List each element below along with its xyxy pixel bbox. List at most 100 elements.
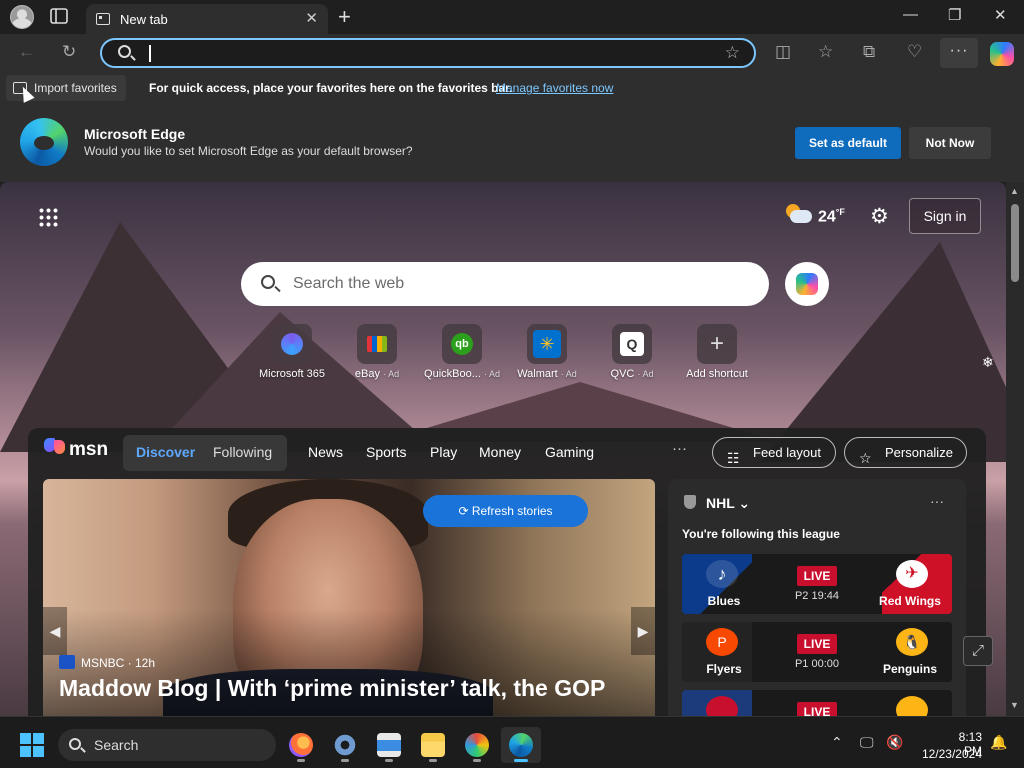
windows-taskbar: Search ⌃ 🖵 🔇 8:13 PM 12/23/2024 🔔 <box>0 716 1024 768</box>
favorite-star-icon[interactable]: ☆ <box>725 43 740 63</box>
away-team-name: Red Wings <box>879 594 941 608</box>
taskbar-printer[interactable] <box>369 727 409 763</box>
story-headline[interactable]: Maddow Blog | With ‘prime minister’ talk… <box>59 675 605 702</box>
refresh-icon[interactable]: ↻ <box>62 42 76 62</box>
back-icon[interactable]: ← <box>18 42 35 62</box>
page-scrollbar[interactable]: ▲ ▼ <box>1006 182 1024 716</box>
game-row[interactable]: ♪ ✈ Blues Red Wings LIVE P2 19:44 <box>682 554 952 614</box>
red-wings-logo-icon: ✈ <box>896 560 928 588</box>
web-search-input[interactable] <box>293 272 733 296</box>
nav-news[interactable]: News <box>308 444 343 460</box>
feed-more-button[interactable]: ··· <box>672 440 687 457</box>
msn-feed: msn Discover Following News Sports Play … <box>28 428 986 716</box>
edge-logo-icon <box>20 118 68 166</box>
nav-sports[interactable]: Sports <box>366 444 406 460</box>
expand-icon[interactable]: ⤢ <box>963 636 993 666</box>
page-settings-gear-icon[interactable]: ⚙ <box>870 204 889 229</box>
text-caret <box>149 45 151 62</box>
search-icon <box>261 275 275 289</box>
newtab-page-icon <box>96 13 110 25</box>
web-search-box[interactable] <box>241 262 769 306</box>
weather-cloudy-icon[interactable] <box>786 204 812 224</box>
game-row[interactable]: LIVE <box>682 690 952 716</box>
add-shortcut-button[interactable]: + Add shortcut <box>675 324 759 380</box>
close-window-button[interactable]: ✕ <box>994 6 1007 24</box>
split-screen-icon[interactable]: ◫ <box>775 42 791 62</box>
scroll-up-arrow-icon[interactable]: ▲ <box>1010 186 1019 196</box>
new-tab-page: 24°F ⚙ Sign in Microsoft 365 eBay · Ad q… <box>0 182 1006 716</box>
tab-discover[interactable]: Discover <box>136 444 195 460</box>
nhl-shield-icon <box>684 495 696 509</box>
weather-temperature[interactable]: 24°F <box>818 207 845 226</box>
sliders-icon: ☷ <box>727 450 740 466</box>
nhl-following-text: You're following this league <box>682 527 840 541</box>
taskbar-firefox[interactable] <box>281 727 321 763</box>
feed-tab-switcher: Discover Following <box>123 435 287 471</box>
quick-link-quickbooks[interactable]: qb QuickBoo... · Ad <box>420 324 504 380</box>
nhl-more-button[interactable]: ··· <box>930 493 944 509</box>
sign-in-button[interactable]: Sign in <box>909 198 981 234</box>
nhl-league-selector[interactable]: NHL ⌄ <box>706 495 750 512</box>
taskbar-edge[interactable] <box>501 727 541 763</box>
msn-logo[interactable]: msn <box>44 438 108 462</box>
live-badge: LIVE <box>797 634 837 654</box>
copilot-icon <box>796 273 818 295</box>
story-source: MSNBC · 12h <box>59 655 155 670</box>
game-clock: P1 00:00 <box>794 658 840 670</box>
game-row[interactable]: P 🐧 Flyers Penguins LIVE P1 00:00 <box>682 622 952 682</box>
set-as-default-button[interactable]: Set as default <box>795 127 901 159</box>
nav-money[interactable]: Money <box>479 444 521 460</box>
taskbar-settings[interactable] <box>325 727 365 763</box>
minimize-button[interactable]: — <box>903 6 918 23</box>
maximize-button[interactable]: ❐ <box>948 6 961 24</box>
taskbar-paint[interactable] <box>457 727 497 763</box>
refresh-stories-button[interactable]: ⟳ Refresh stories <box>423 495 588 527</box>
new-tab-button[interactable]: + <box>338 4 351 30</box>
tab-close-button[interactable]: ✕ <box>305 9 318 27</box>
taskbar-file-explorer[interactable] <box>413 727 453 763</box>
nav-play[interactable]: Play <box>430 444 457 460</box>
folder-icon <box>421 733 445 757</box>
app-launcher-icon[interactable] <box>38 207 58 227</box>
printer-icon <box>377 733 401 757</box>
show-hidden-icons-chevron-icon[interactable]: ⌃ <box>831 734 843 751</box>
paint-palette-icon <box>465 733 489 757</box>
start-button-windows-icon[interactable] <box>20 733 44 757</box>
collections-icon[interactable]: ⧉ <box>863 42 875 62</box>
tab-new-tab[interactable]: New tab ✕ <box>86 4 328 34</box>
scroll-down-arrow-icon[interactable]: ▼ <box>1010 700 1019 710</box>
manage-favorites-link[interactable]: Manage favorites now <box>496 81 613 95</box>
volume-muted-icon[interactable]: 🔇 <box>886 734 903 751</box>
penguins-logo-icon: 🐧 <box>896 628 928 656</box>
copilot-icon[interactable] <box>990 42 1014 66</box>
personalize-button[interactable]: ☆ Personalize <box>844 437 967 468</box>
qvc-icon: Q <box>620 332 644 356</box>
feed-layout-button[interactable]: ☷ Feed layout <box>712 437 836 468</box>
scrollbar-thumb[interactable] <box>1011 204 1019 282</box>
browser-toolbar: ← ↻ ☆ ◫ ☆ ⧉ ♡ ··· <box>0 34 1024 72</box>
carousel-next-button[interactable]: ▶ <box>631 607 655 655</box>
not-now-button[interactable]: Not Now <box>909 127 991 159</box>
quick-link-walmart[interactable]: ✳ Walmart · Ad <box>505 324 589 380</box>
quick-link-microsoft-365[interactable]: Microsoft 365 <box>250 324 334 380</box>
msn-butterfly-icon <box>44 438 66 460</box>
quick-link-ebay[interactable]: eBay · Ad <box>335 324 419 380</box>
tab-following[interactable]: Following <box>213 444 272 460</box>
address-bar[interactable]: ☆ <box>100 38 756 68</box>
notifications-bell-icon[interactable]: 🔔 <box>990 734 1007 751</box>
browser-essentials-icon[interactable]: ♡ <box>907 42 922 62</box>
carousel-prev-button[interactable]: ◀ <box>43 607 67 655</box>
background-info-icon[interactable]: ❄ <box>982 354 994 371</box>
settings-and-more-button[interactable]: ··· <box>940 38 978 68</box>
network-icon[interactable]: 🖵 <box>860 734 874 751</box>
nhl-scores-card: NHL ⌄ ··· You're following this league ♪… <box>668 479 966 716</box>
favorites-icon[interactable]: ☆ <box>818 42 833 62</box>
tab-actions-icon[interactable] <box>50 8 70 26</box>
nav-gaming[interactable]: Gaming <box>545 444 594 460</box>
hero-story-card[interactable]: ⟳ Refresh stories ◀ ▶ MSNBC · 12h Maddow… <box>43 479 655 716</box>
quick-link-qvc[interactable]: Q QVC · Ad <box>590 324 674 380</box>
copilot-button[interactable] <box>785 262 829 306</box>
taskbar-search-box[interactable]: Search <box>58 729 276 761</box>
profile-avatar[interactable] <box>10 5 34 29</box>
taskbar-date[interactable]: 12/23/2024 <box>916 747 982 761</box>
